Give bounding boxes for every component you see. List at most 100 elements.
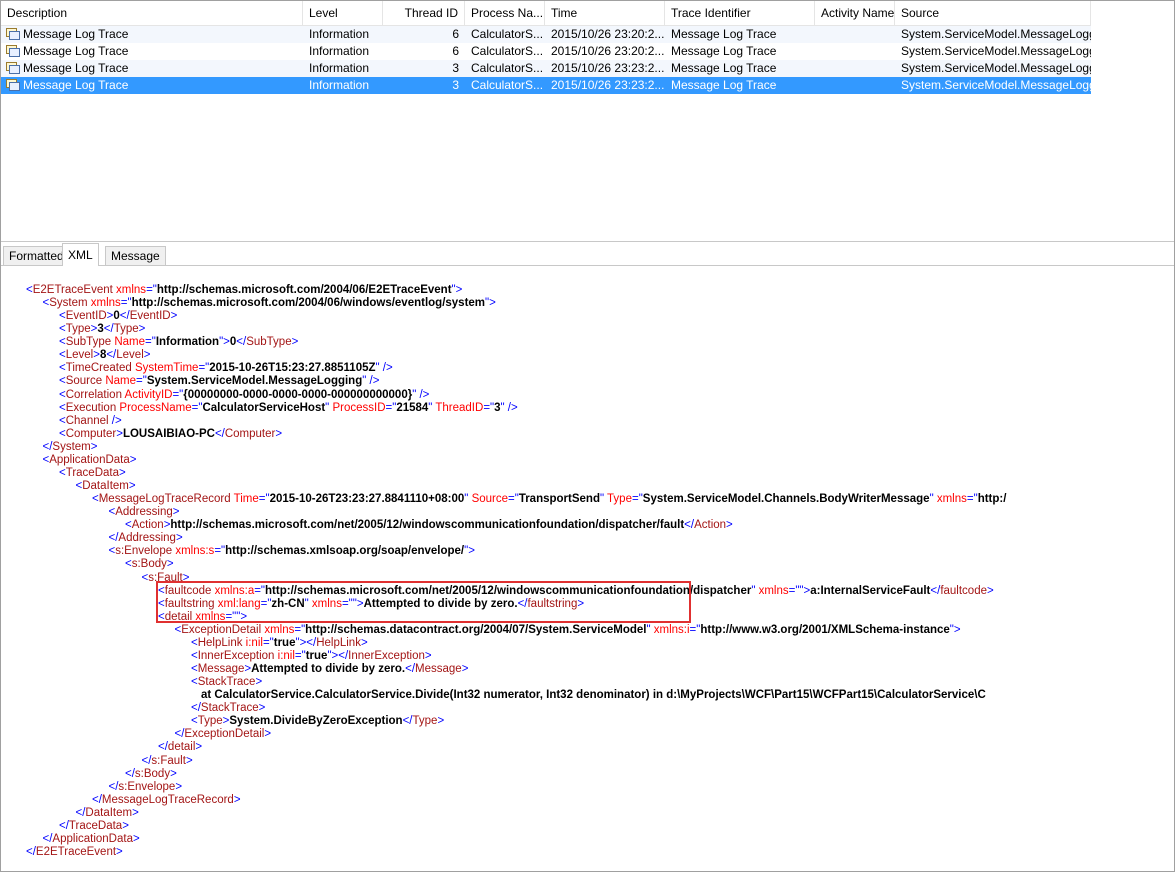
- xml-token: Addressing: [118, 532, 176, 545]
- xml-line: <Computer>LOUSAIBIAO-PC</Computer>: [59, 428, 282, 441]
- xml-token: xmlns: [195, 610, 226, 623]
- xml-token: =": [214, 545, 226, 558]
- xml-token: ProcessName: [119, 401, 192, 414]
- row-level: Information: [309, 27, 370, 41]
- row-time: 2015/10/26 23:23:2...: [551, 61, 665, 75]
- xml-token: System.ServiceModel.MessageLogging: [146, 375, 363, 388]
- xml-token: >: [424, 649, 432, 662]
- xml-token: <: [59, 349, 66, 362]
- xml-line: <faultcode xmlns:a="http://schemas.micro…: [158, 585, 994, 598]
- xml-token: s:Envelope: [115, 545, 176, 558]
- xml-token: </: [125, 767, 135, 780]
- xml-token: ThreadID: [435, 401, 484, 414]
- xml-token: StackTrace: [197, 676, 256, 689]
- xml-line: <faultstring xml:lang="zh-CN" xmlns="">A…: [158, 598, 584, 611]
- xml-token: Time: [233, 493, 259, 506]
- xml-token: </: [106, 349, 117, 362]
- xml-token: ="">: [225, 610, 248, 623]
- xml-token: "></: [327, 649, 349, 662]
- xml-token: >: [461, 663, 469, 676]
- column-header-time[interactable]: Time: [545, 1, 665, 25]
- xml-token: xmlns: [758, 584, 789, 597]
- xml-token: >: [195, 741, 203, 754]
- xml-token: Attempted to divide by zero.: [251, 663, 406, 676]
- xml-line: <s:Fault>: [142, 572, 190, 585]
- xml-token: </: [26, 846, 36, 858]
- xml-token: i:nil: [245, 636, 263, 649]
- table-row[interactable]: Message Log Trace Information 6 Calculat…: [1, 43, 1091, 60]
- xml-token: </: [75, 806, 86, 819]
- xml-token: >: [90, 440, 98, 453]
- xml-token: Type: [607, 493, 632, 506]
- row-trace-identifier: Message Log Trace: [671, 61, 777, 75]
- column-header-trace-identifier[interactable]: Trace Identifier: [665, 1, 815, 25]
- tab-message[interactable]: Message: [105, 246, 166, 265]
- xml-token: >: [185, 754, 193, 767]
- table-row[interactable]: Message Log Trace Information 3 Calculat…: [1, 60, 1091, 77]
- column-header-activity-name[interactable]: Activity Name: [815, 1, 895, 25]
- xml-token: DataItem: [85, 806, 133, 819]
- xml-token: faultstring: [527, 597, 578, 610]
- xml-token: InnerException: [348, 649, 425, 662]
- xml-token: System: [52, 440, 91, 453]
- xml-token: InnerException: [197, 649, 278, 662]
- xml-token: ">: [464, 545, 475, 558]
- xml-token: >: [132, 806, 139, 819]
- xml-token: <: [59, 323, 66, 336]
- xml-token: </: [42, 440, 53, 453]
- row-process-name: CalculatorS...: [471, 61, 544, 75]
- table-row-selected[interactable]: Message Log Trace Information 3 Calculat…: [1, 77, 1091, 94]
- xml-token: s:Body: [131, 558, 167, 571]
- tab-xml[interactable]: XML: [62, 243, 99, 266]
- xml-token: =": [120, 297, 132, 310]
- row-time: 2015/10/26 23:20:2...: [551, 27, 665, 41]
- xml-token: EventID: [65, 310, 107, 323]
- xml-token: http://schemas.microsoft.com/2004/06/E2E…: [156, 284, 452, 296]
- row-thread-id: 3: [452, 78, 459, 92]
- row-description: Message Log Trace: [23, 61, 129, 75]
- xml-token: =": [191, 401, 203, 414]
- row-time: 2015/10/26 23:20:2...: [551, 44, 665, 58]
- xml-token: EventID: [129, 310, 171, 323]
- xml-token: Correlation: [65, 388, 125, 401]
- xml-token: HelpLink: [316, 636, 361, 649]
- xml-token: >: [726, 519, 733, 532]
- xml-token: =": [385, 401, 397, 414]
- table-row[interactable]: Message Log Trace Information 6 Calculat…: [1, 26, 1091, 43]
- xml-line: </System>: [43, 441, 98, 454]
- column-header-process-name[interactable]: Process Na...: [465, 1, 545, 25]
- xml-token: >: [116, 427, 123, 440]
- xml-token: <: [92, 493, 99, 506]
- column-header-thread-id[interactable]: Thread ID: [383, 1, 465, 25]
- row-activity-name: [815, 43, 895, 60]
- xml-token: >: [170, 310, 178, 323]
- xml-token: Source: [65, 375, 106, 388]
- xml-token: Channel: [65, 414, 112, 427]
- xml-token: <: [125, 519, 132, 532]
- xml-token: Type: [412, 715, 438, 728]
- xml-token: " />: [500, 401, 518, 414]
- trace-list[interactable]: Description Level Thread ID Process Na..…: [1, 1, 1174, 242]
- xml-token: detail: [164, 610, 196, 623]
- xml-token: Level: [65, 349, 94, 362]
- xml-token: >: [264, 728, 272, 741]
- xml-line: <Correlation ActivityID="{00000000-0000-…: [59, 389, 429, 402]
- message-log-icon: [6, 45, 20, 57]
- column-header-source[interactable]: Source: [895, 1, 1091, 25]
- xml-token: s:Envelope: [118, 780, 176, 793]
- xml-token: =": [294, 623, 306, 636]
- xml-view[interactable]: <E2ETraceEvent xmlns="http://schemas.mic…: [1, 266, 1174, 871]
- xml-token: http://www.w3.org/2001/XMLSchema-instanc…: [700, 623, 950, 636]
- xml-line: </s:Envelope>: [109, 781, 183, 794]
- column-header-level[interactable]: Level: [303, 1, 383, 25]
- xml-token: Level: [116, 349, 144, 362]
- column-header-description[interactable]: Description: [1, 1, 303, 25]
- xml-token: Source: [471, 493, 508, 506]
- xml-token: ": [751, 584, 759, 597]
- xml-token: ="">: [788, 584, 811, 597]
- xml-token: >: [138, 323, 146, 336]
- xml-token: Information: [155, 336, 220, 349]
- xml-line: <InnerException i:nil="true"></InnerExce…: [191, 650, 432, 663]
- xml-token: a:InternalServiceFault: [810, 584, 931, 597]
- tab-formatted[interactable]: Formatted: [3, 246, 70, 265]
